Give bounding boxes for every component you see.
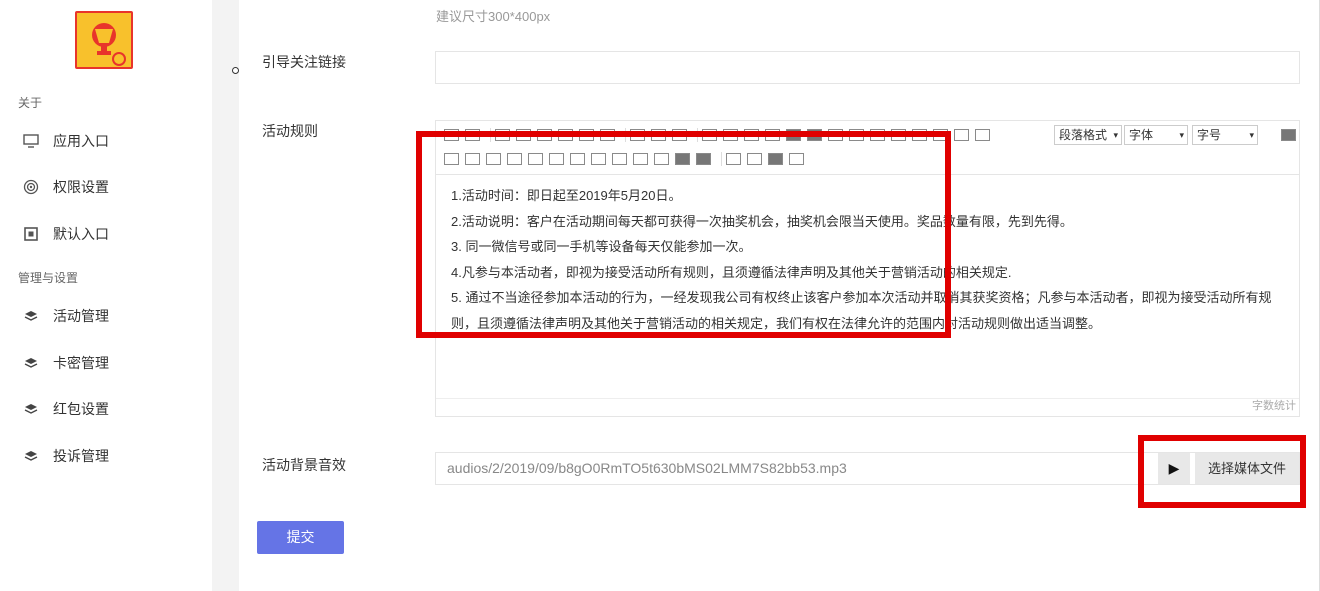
strikethrough-icon[interactable] <box>558 129 573 141</box>
app-logo <box>75 11 133 69</box>
italic-icon[interactable] <box>516 129 531 141</box>
align-left-icon[interactable] <box>630 129 645 141</box>
sidebar-item-label: 卡密管理 <box>53 355 109 371</box>
insert-table-icon[interactable] <box>444 153 459 165</box>
undo-icon[interactable] <box>465 129 480 141</box>
table-grid-icon[interactable] <box>696 153 711 165</box>
link-icon[interactable] <box>849 129 864 141</box>
blockquote-icon[interactable] <box>744 129 759 141</box>
line-height-icon[interactable] <box>933 129 948 141</box>
main-content: 建议尺寸300*400px 引导关注链接 活动规则 段落格式 ▾ 字体 ▾ 字号… <box>239 0 1320 591</box>
sidebar-item-card-management[interactable]: 卡密管理 <box>0 345 212 381</box>
music-icon[interactable] <box>828 129 843 141</box>
follow-link-input[interactable] <box>435 51 1300 84</box>
image-icon[interactable] <box>786 129 801 141</box>
font-size-select[interactable]: 字号 ▾ <box>1192 125 1258 145</box>
delete-row-icon[interactable] <box>507 153 522 165</box>
default-entry-icon <box>21 224 41 244</box>
insert-image-icon[interactable] <box>747 153 762 165</box>
insert-col-icon[interactable] <box>486 153 501 165</box>
play-icon: ▶ <box>1168 460 1180 476</box>
unlink-icon[interactable] <box>870 129 885 141</box>
sidebar-item-label: 默认入口 <box>53 226 109 242</box>
video-icon[interactable] <box>807 129 822 141</box>
sidebar-item-red-packet-settings[interactable]: 红包设置 <box>0 391 212 427</box>
sidebar-item-default-entry[interactable]: 默认入口 <box>0 216 212 252</box>
layers-icon <box>21 353 41 373</box>
layers-icon <box>21 306 41 326</box>
rich-text-editor[interactable]: 段落格式 ▾ 字体 ▾ 字号 ▾ 1.活动时间：即日起至2019年5月20日。 … <box>435 120 1300 417</box>
paragraph-icon[interactable] <box>975 129 990 141</box>
table-delete-icon[interactable] <box>675 153 690 165</box>
layers-icon <box>21 446 41 466</box>
toolbar-row-2 <box>444 149 810 169</box>
editor-statusbar <box>436 398 1299 416</box>
rule-paragraph: 2.活动说明：客户在活动期间每天都可获得一次抽奖机会，抽奖机会限当天使用。奖品数… <box>451 213 1073 229</box>
monitor-icon <box>21 131 41 151</box>
print-icon[interactable] <box>768 153 783 165</box>
sidebar-item-activity-management[interactable]: 活动管理 <box>0 298 212 334</box>
sidebar-item-app-entry[interactable]: 应用入口 <box>0 123 212 159</box>
rule-paragraph: 5. 通过不当途径参加本活动的行为，一经发现我公司有权终止该客户参加本次活动并取… <box>451 290 1272 331</box>
rule-paragraph: 1.活动时间：即日起至2019年5月20日。 <box>451 188 682 203</box>
merge-cells-icon[interactable] <box>549 153 564 165</box>
bg-music-label: 活动背景音效 <box>262 457 346 473</box>
target-icon <box>21 177 41 197</box>
eraser-icon[interactable] <box>891 129 906 141</box>
sidebar-item-complaint-management[interactable]: 投诉管理 <box>0 438 212 474</box>
editor-content[interactable]: 1.活动时间：即日起至2019年5月20日。 2.活动说明：客户在活动期间每天都… <box>451 183 1291 336</box>
section-title-management: 管理与设置 <box>18 271 79 285</box>
editor-toolbar: 段落格式 ▾ 字体 ▾ 字号 ▾ <box>436 121 1299 175</box>
table-props-icon[interactable] <box>591 153 606 165</box>
insert-row-icon[interactable] <box>465 153 480 165</box>
play-button[interactable]: ▶ <box>1158 453 1191 484</box>
font-color-icon[interactable] <box>579 129 594 141</box>
align-center-icon[interactable] <box>651 129 666 141</box>
source-icon[interactable] <box>444 129 459 141</box>
follow-link-label: 引导关注链接 <box>262 54 346 70</box>
sidebar: 关于 应用入口 权限设置 默认入口 管理与设置 活动管理 卡密管理 红包设置 投… <box>0 0 212 591</box>
align-right-icon[interactable] <box>672 129 687 141</box>
underline-icon[interactable] <box>537 129 552 141</box>
sidebar-item-permissions[interactable]: 权限设置 <box>0 169 212 205</box>
highlight-color-icon[interactable] <box>600 129 615 141</box>
content-gutter <box>212 0 239 591</box>
image-size-hint: 建议尺寸300*400px <box>436 9 551 24</box>
toolbar-row-1 <box>444 125 996 145</box>
sidebar-item-label: 红包设置 <box>53 401 109 417</box>
paragraph-format-select[interactable]: 段落格式 ▾ <box>1054 125 1122 145</box>
submit-button[interactable]: 提交 <box>257 521 344 554</box>
indent-icon[interactable] <box>912 129 927 141</box>
bold-icon[interactable] <box>495 129 510 141</box>
sidebar-item-label: 投诉管理 <box>53 448 109 464</box>
anchor-icon[interactable] <box>726 153 741 165</box>
table-style-icon[interactable] <box>654 153 669 165</box>
radio-dot[interactable] <box>232 67 239 74</box>
choose-media-button[interactable]: 选择媒体文件 <box>1195 453 1299 484</box>
row-props-icon[interactable] <box>633 153 648 165</box>
emoticon-icon[interactable] <box>765 129 780 141</box>
layers-icon <box>21 399 41 419</box>
sidebar-item-label: 活动管理 <box>53 308 109 324</box>
section-title-about: 关于 <box>18 96 43 110</box>
word-count: 字数统计 <box>1252 400 1296 412</box>
fullscreen-icon[interactable] <box>1281 129 1296 141</box>
ordered-list-icon[interactable] <box>702 129 717 141</box>
unordered-list-icon[interactable] <box>723 129 738 141</box>
rule-paragraph: 3. 同一微信号或同一手机等设备每天仅能参加一次。 <box>451 239 752 254</box>
sidebar-item-label: 权限设置 <box>53 179 109 195</box>
cell-props-icon[interactable] <box>612 153 627 165</box>
font-family-select[interactable]: 字体 ▾ <box>1124 125 1188 145</box>
split-cells-icon[interactable] <box>570 153 585 165</box>
rules-label: 活动规则 <box>262 123 318 139</box>
sidebar-item-label: 应用入口 <box>53 133 109 149</box>
rule-paragraph: 4.凡参与本活动者，即视为接受活动所有规则，且须遵循法律声明及其他关于营销活动的… <box>451 264 1012 280</box>
paste-icon[interactable] <box>789 153 804 165</box>
delete-col-icon[interactable] <box>528 153 543 165</box>
row-spacing-icon[interactable] <box>954 129 969 141</box>
